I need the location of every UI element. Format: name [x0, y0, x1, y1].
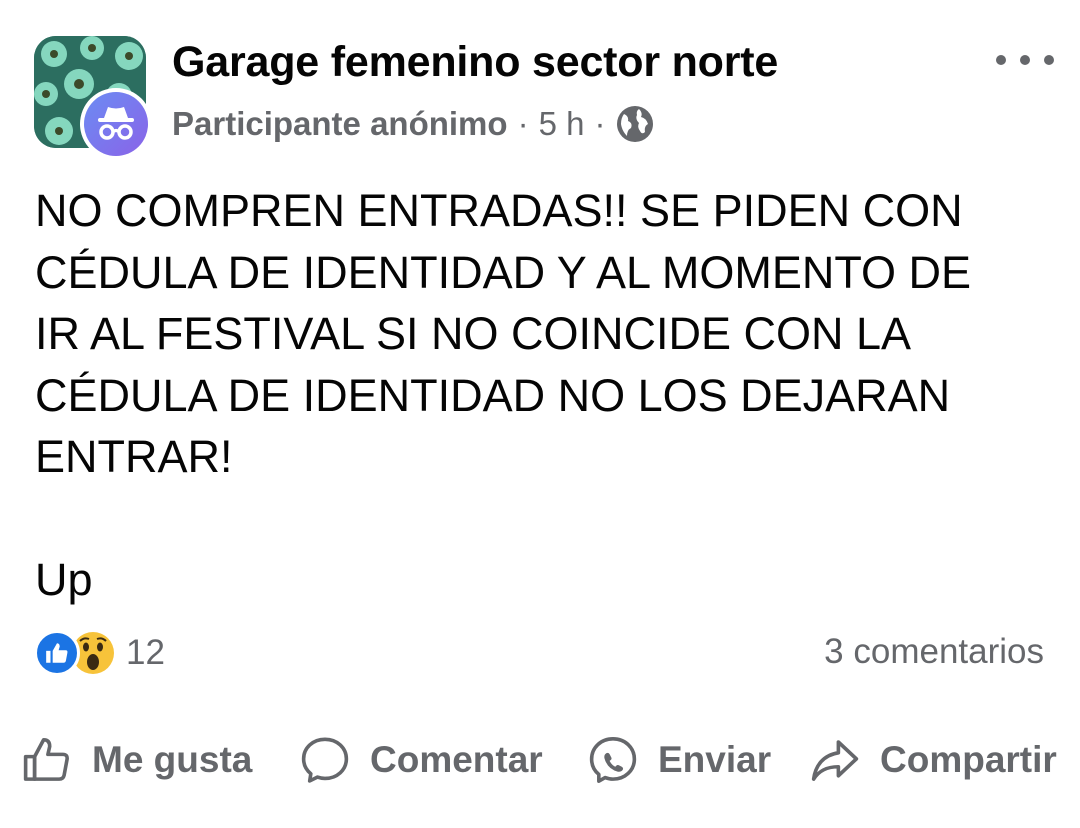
post-meta: Participante anónimo · 5 h · [172, 102, 655, 146]
reaction-count: 12 [126, 633, 165, 672]
thumbs-up-icon [23, 737, 69, 781]
share-icon [811, 740, 859, 781]
meta-separator: · [517, 105, 529, 142]
comment-button[interactable]: Comentar [298, 728, 543, 792]
send-button-label: Enviar [658, 739, 772, 780]
post-body: NO COMPREN ENTRADAS!! SE PIDEN CON CÉDUL… [35, 185, 972, 605]
action-bar: Me gusta Comentar Enviar Compartir [0, 728, 1080, 792]
like-button[interactable]: Me gusta [20, 728, 252, 792]
group-name[interactable]: Garage femenino sector norte [172, 38, 778, 87]
reactions-summary[interactable]: 12 [34, 628, 165, 678]
like-reaction-icon [34, 630, 80, 676]
more-dot [996, 55, 1006, 65]
messenger-icon [589, 737, 637, 783]
send-button[interactable]: Enviar [586, 728, 771, 792]
meta-separator: · [594, 105, 606, 142]
more-dot [1044, 55, 1054, 65]
comments-count[interactable]: 3 comentarios [824, 632, 1044, 672]
more-dot [1020, 55, 1030, 65]
share-button[interactable]: Compartir [808, 728, 1057, 792]
more-options-icon[interactable] [996, 44, 1054, 76]
author-name[interactable]: Participante anónimo [172, 105, 508, 143]
like-button-label: Me gusta [92, 739, 253, 780]
share-button-label: Compartir [880, 739, 1057, 780]
globe-icon[interactable] [615, 104, 655, 144]
comment-icon [301, 737, 349, 783]
comment-button-label: Comentar [370, 739, 543, 780]
incognito-icon [98, 107, 134, 140]
post-time[interactable]: 5 h [539, 105, 585, 143]
anonymous-avatar[interactable] [80, 88, 152, 160]
